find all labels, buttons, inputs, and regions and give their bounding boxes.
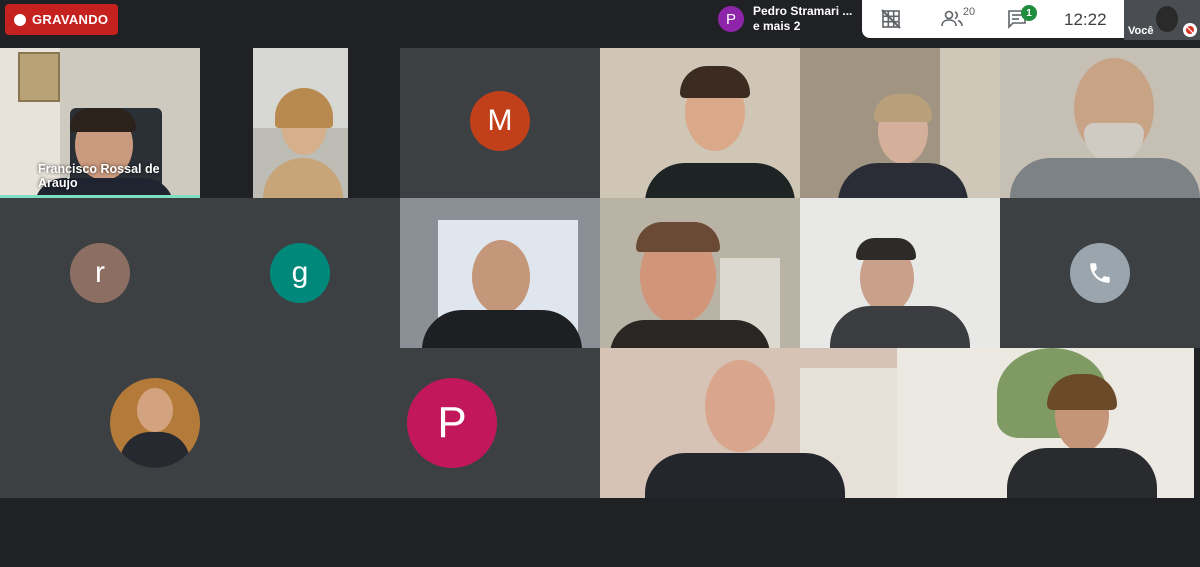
presenter-info[interactable]: P Pedro Stramari ... e mais 2: [711, 0, 861, 38]
participant-tile-4[interactable]: [600, 48, 800, 198]
participant-tile-2[interactable]: [253, 48, 348, 198]
person-body: [645, 163, 795, 198]
person-body: [1007, 448, 1157, 498]
participant-avatar: g: [270, 243, 330, 303]
participant-count: 20: [962, 6, 976, 18]
person-head: [472, 240, 530, 314]
participant-tile-m[interactable]: M: [400, 48, 600, 198]
person-hair: [680, 66, 750, 98]
people-icon: [941, 10, 963, 27]
participant-tile-6[interactable]: [1000, 48, 1200, 198]
participant-tile-phone[interactable]: [1000, 198, 1200, 348]
phone-icon: [1090, 263, 1110, 283]
person-body: [263, 158, 343, 198]
participant-tile-8[interactable]: [400, 198, 600, 348]
person-body: [830, 306, 970, 348]
person-head: [705, 360, 775, 452]
participant-tile-10[interactable]: [800, 198, 1000, 348]
participant-tile-11[interactable]: [0, 348, 300, 498]
meeting-toolbar: 20 1 12:22: [862, 0, 1124, 38]
person-hair: [70, 108, 136, 132]
recording-indicator: GRAVANDO: [5, 4, 118, 35]
participant-avatar: r: [70, 243, 130, 303]
person-body: [610, 320, 770, 348]
chat-badge: 1: [1021, 5, 1037, 21]
person-body: [645, 453, 845, 498]
participant-tile-5[interactable]: [800, 48, 1000, 198]
self-view-tile[interactable]: Você: [1124, 0, 1200, 40]
participants-button[interactable]: 20: [938, 0, 978, 38]
self-view-person: [1156, 6, 1178, 32]
participant-tile-14[interactable]: [897, 348, 1194, 498]
participant-avatar: M: [470, 91, 530, 151]
participant-tile-p[interactable]: P: [300, 348, 600, 498]
grid-off-icon: [881, 9, 901, 29]
person-head: [137, 388, 173, 432]
presenter-name: Pedro Stramari ...: [753, 4, 853, 18]
person-hair: [874, 94, 932, 122]
phone-avatar: [1070, 243, 1130, 303]
participant-photo-avatar: [110, 378, 200, 468]
participant-tile-francisco[interactable]: Francisco Rossal de Araujo: [0, 48, 200, 198]
mic-off-icon: [1183, 23, 1197, 37]
person-body: [838, 163, 968, 198]
participant-avatar: P: [407, 378, 497, 468]
layout-button[interactable]: [876, 0, 906, 38]
person-beard: [1084, 123, 1144, 163]
recording-label: GRAVANDO: [32, 12, 109, 27]
meeting-clock: 12:22: [1064, 10, 1107, 29]
presenter-more: e mais 2: [753, 19, 801, 33]
participant-tile-r[interactable]: r: [0, 198, 200, 348]
participant-tile-13[interactable]: [600, 348, 897, 498]
person-body: [1010, 158, 1200, 198]
person-hair: [856, 238, 916, 260]
wall-frame: [18, 52, 60, 102]
person-hair: [636, 222, 720, 252]
person-body: [120, 432, 190, 468]
chat-button[interactable]: 1: [1002, 0, 1037, 38]
participant-name: Francisco Rossal de Araujo: [38, 162, 160, 190]
presenter-avatar: P: [718, 6, 744, 32]
self-view-label: Você: [1128, 25, 1154, 37]
recording-dot-icon: [14, 13, 26, 26]
person-body: [422, 310, 582, 348]
participant-tile-g[interactable]: g: [200, 198, 400, 348]
participant-tile-9[interactable]: [600, 198, 800, 348]
